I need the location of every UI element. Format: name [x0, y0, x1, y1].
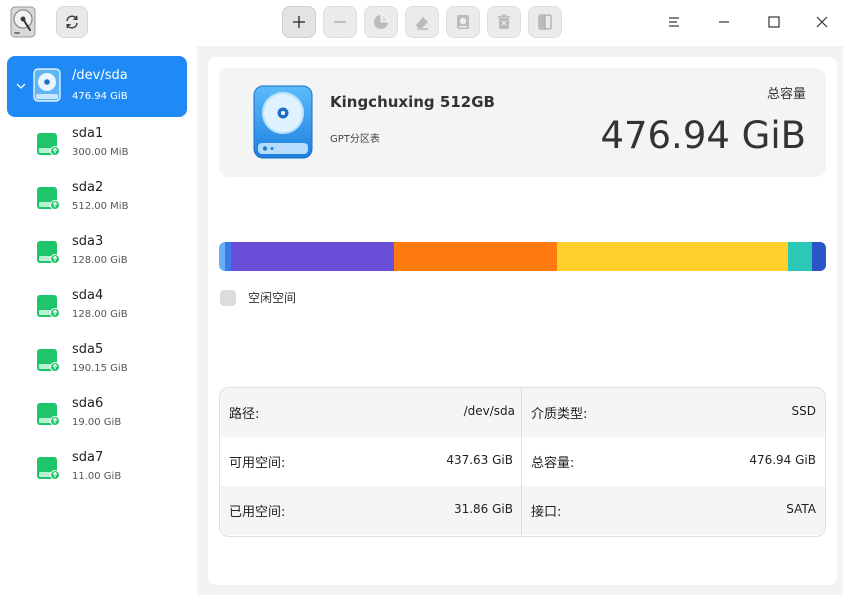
- partition-icon: [37, 133, 60, 156]
- usage-segment: [787, 242, 812, 271]
- pie-chart-icon: [374, 14, 389, 29]
- partition-name: sda2: [72, 180, 104, 195]
- free-space-value: 437.63 GiB: [446, 453, 513, 467]
- media-type-value: SSD: [791, 404, 816, 418]
- path-label: 路径:: [229, 407, 260, 422]
- usage-segment: [811, 242, 826, 271]
- used-space-value: 31.86 GiB: [453, 502, 513, 516]
- partition-size: 11.00 GiB: [72, 471, 122, 482]
- minimize-icon: [719, 21, 729, 23]
- props-divider: [521, 388, 522, 536]
- menu-button[interactable]: [660, 8, 688, 36]
- partition-icon: [37, 403, 60, 426]
- titlebar: [0, 0, 843, 46]
- mount-button[interactable]: [446, 6, 480, 38]
- partition-button[interactable]: [364, 6, 398, 38]
- partition-icon: [37, 295, 60, 318]
- sidebar-partition-sda1[interactable]: sda1 300.00 MiB: [36, 126, 186, 166]
- partition-icon: [37, 457, 60, 480]
- sidebar-disk-sda[interactable]: /dev/sda 476.94 GiB: [7, 56, 187, 117]
- minus-icon: [334, 21, 346, 23]
- partition-size: 19.00 GiB: [72, 417, 122, 428]
- usage-segment: [231, 242, 394, 271]
- partition-name: sda4: [72, 288, 104, 303]
- eraser-icon: [416, 17, 428, 30]
- path-value: /dev/sda: [463, 404, 515, 418]
- free-space-legend-label: 空闲空间: [248, 291, 297, 305]
- partition-size: 128.00 GiB: [72, 309, 128, 320]
- plus-icon: [293, 16, 305, 28]
- total-capacity-label: 总容量:: [531, 456, 575, 471]
- sidebar-partition-sda3[interactable]: sda3 128.00 GiB: [36, 234, 186, 274]
- partition-name: sda6: [72, 396, 104, 411]
- device-sidebar: /dev/sda 476.94 GiB sda1 300.00 MiB sda2 51…: [0, 46, 197, 595]
- disk-large-icon: [253, 85, 313, 159]
- total-capacity-value: 476.94 GiB: [749, 453, 816, 467]
- partition-icon: [37, 349, 60, 372]
- props-row-used: 已用空间: 31.86 GiB 接口: SATA: [220, 486, 825, 535]
- partition-size: 190.15 GiB: [72, 363, 128, 374]
- partition-name: sda3: [72, 234, 104, 249]
- add-partition-button[interactable]: [282, 6, 316, 38]
- interface-label: 接口:: [531, 505, 562, 520]
- sidebar-partition-sda6[interactable]: sda6 19.00 GiB: [36, 396, 186, 436]
- mount-icon: [457, 15, 469, 29]
- partition-size: 300.00 MiB: [72, 147, 129, 158]
- partition-size: 128.00 GiB: [72, 255, 128, 266]
- disk-name: /dev/sda: [72, 68, 128, 83]
- unmount-button[interactable]: [487, 6, 521, 38]
- hamburger-icon: [669, 17, 679, 27]
- legend: 空闲空间: [220, 289, 296, 306]
- free-space-label: 可用空间:: [229, 456, 286, 471]
- refresh-button[interactable]: [56, 6, 88, 38]
- free-space-swatch: [220, 289, 236, 306]
- chevron-down-icon[interactable]: [15, 80, 27, 92]
- refresh-icon: [66, 15, 78, 29]
- close-icon: [816, 16, 828, 28]
- usage-segment: [393, 242, 557, 271]
- partition-name: sda1: [72, 126, 104, 141]
- used-space-label: 已用空间:: [229, 505, 286, 520]
- usage-segment: [556, 242, 788, 271]
- sidebar-partition-sda2[interactable]: sda2 512.00 MiB: [36, 180, 186, 220]
- capacity-value: 476.94 GiB: [600, 114, 806, 157]
- sidebar-partition-sda5[interactable]: sda5 190.15 GiB: [36, 342, 186, 382]
- close-button[interactable]: [808, 8, 836, 36]
- maximize-icon: [768, 16, 780, 28]
- resize-button[interactable]: [528, 6, 562, 38]
- delete-partition-button[interactable]: [323, 6, 357, 38]
- partition-size: 512.00 MiB: [72, 201, 129, 212]
- partition-table-type: GPT分区表: [330, 134, 380, 145]
- disk-properties-table: 路径: /dev/sda 介质类型: SSD 可用空间: 437.63 GiB …: [219, 387, 826, 537]
- partition-usage-bar: [219, 242, 826, 271]
- disk-info-panel: Kingchuxing 512GB GPT分区表 总容量 476.94 GiB …: [208, 57, 837, 585]
- disk-size: 476.94 GiB: [72, 91, 128, 102]
- partition-icon: [37, 241, 60, 264]
- wipe-button[interactable]: [405, 6, 439, 38]
- disk-summary-card: Kingchuxing 512GB GPT分区表 总容量 476.94 GiB: [219, 68, 826, 177]
- partition-icon: [37, 187, 60, 210]
- partition-name: sda7: [72, 450, 104, 465]
- sidebar-partition-sda4[interactable]: sda4 128.00 GiB: [36, 288, 186, 328]
- disk-model: Kingchuxing 512GB: [330, 93, 495, 111]
- trash-icon: [498, 14, 510, 29]
- capacity-label: 总容量: [766, 87, 806, 102]
- minimize-button[interactable]: [710, 8, 738, 36]
- disk-icon: [33, 68, 61, 102]
- props-row-path: 路径: /dev/sda 介质类型: SSD: [220, 388, 825, 437]
- resize-icon: [538, 14, 552, 30]
- partition-name: sda5: [72, 342, 104, 357]
- disk-manager-app-icon: [10, 6, 36, 38]
- media-type-label: 介质类型:: [531, 407, 588, 422]
- sidebar-partition-sda7[interactable]: sda7 11.00 GiB: [36, 450, 186, 490]
- maximize-button[interactable]: [760, 8, 788, 36]
- props-row-free: 可用空间: 437.63 GiB 总容量: 476.94 GiB: [220, 437, 825, 486]
- interface-value: SATA: [786, 502, 816, 516]
